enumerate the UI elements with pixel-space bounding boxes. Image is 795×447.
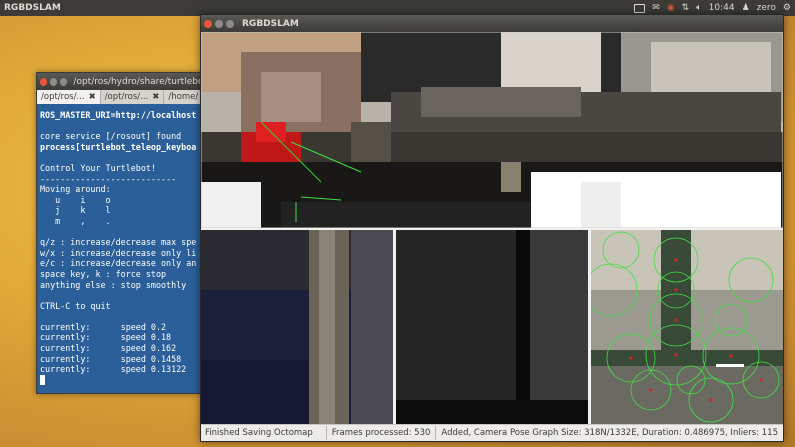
terminal-cursor	[40, 374, 46, 385]
depth-image-view[interactable]	[396, 230, 588, 424]
terminal-output[interactable]: ROS_MASTER_URI=http://localhost core ser…	[37, 104, 207, 391]
terminal-line: currently: speed 0.162	[40, 343, 177, 354]
network-icon[interactable]: ⇅	[682, 3, 690, 13]
terminal-line: core service [/rosout] found	[40, 131, 182, 142]
close-button[interactable]	[204, 19, 212, 28]
active-app-name: RGBDSLAM	[4, 3, 61, 13]
terminal-line: currently: speed 0.18	[40, 332, 172, 343]
minimize-button[interactable]	[50, 77, 58, 86]
terminal-tab[interactable]: /home/	[164, 90, 204, 104]
tab-label: /opt/ros/...	[41, 92, 85, 102]
terminal-line: m , .	[40, 215, 111, 226]
terminal-line: ROS_MASTER_URI=http://localhost	[40, 110, 197, 120]
maximize-button[interactable]	[226, 19, 234, 28]
user-name[interactable]: zero	[757, 3, 776, 13]
terminal-line: j k l	[40, 205, 111, 216]
terminal-line: currently: speed 0.1458	[40, 353, 182, 364]
settings-gear-icon[interactable]: ⚙	[783, 3, 791, 13]
terminal-line: q/z : increase/decrease max spe	[40, 237, 197, 248]
tab-label: /home/	[168, 92, 199, 102]
close-tab-icon[interactable]: ✖	[89, 92, 96, 102]
terminal-title: /opt/ros/hydro/share/turtlebot	[73, 76, 207, 87]
terminal-line: space key, k : force stop	[40, 268, 167, 279]
volume-icon[interactable]: 🔈︎	[696, 3, 701, 13]
tab-label: /opt/ros/...	[104, 92, 149, 102]
point-cloud-view[interactable]	[201, 32, 783, 228]
terminal-titlebar[interactable]: /opt/ros/hydro/share/turtlebot	[37, 73, 207, 90]
rgbdslam-window: RGBDSLAM Finished Saving Octomap Frames …	[200, 14, 784, 442]
terminal-line: w/x : increase/decrease only li	[40, 247, 197, 258]
terminal-line: ---------------------------	[40, 173, 177, 184]
close-tab-icon[interactable]: ✖	[152, 92, 159, 102]
window-title: RGBDSLAM	[242, 18, 299, 29]
rgbdslam-titlebar[interactable]: RGBDSLAM	[201, 15, 783, 32]
minimize-button[interactable]	[215, 19, 223, 28]
camera-views	[201, 230, 783, 424]
pose-graph-info: Added, Camera Pose Graph Size: 318N/1332…	[435, 426, 783, 440]
user-icon[interactable]: ♟	[742, 3, 750, 13]
close-button[interactable]	[40, 77, 48, 86]
rgb-image-view[interactable]	[201, 230, 393, 424]
terminal-line: CTRL-C to quit	[40, 300, 111, 311]
terminal-window: /opt/ros/hydro/share/turtlebot /opt/ros/…	[36, 72, 208, 394]
status-bar: Finished Saving Octomap Frames processed…	[201, 424, 783, 441]
system-tray: ✉ ◉ ⇅ 🔈︎ 10:44 ♟ zero ⚙	[634, 3, 791, 13]
terminal-line: Moving around:	[40, 184, 111, 195]
terminal-line: currently: speed 0.13122	[40, 364, 187, 375]
terminal-line: currently: speed 0.2	[40, 321, 167, 332]
keyboard-icon[interactable]	[634, 3, 646, 13]
terminal-line: Control Your Turtlebot!	[40, 162, 156, 173]
mail-icon[interactable]: ✉	[652, 3, 660, 13]
terminal-line: anything else : stop smoothly	[40, 279, 187, 290]
terminal-tab[interactable]: /opt/ros/... ✖	[37, 90, 101, 104]
terminal-line: u i o	[40, 194, 111, 205]
feature-matches-view[interactable]	[591, 230, 783, 424]
terminal-line: process[turtlebot_teleop_keyboa	[40, 141, 197, 152]
maximize-button[interactable]	[60, 77, 68, 86]
terminal-line: e/c : increase/decrease only an	[40, 258, 197, 269]
clock[interactable]: 10:44	[709, 3, 735, 13]
chat-icon[interactable]: ◉	[667, 3, 675, 13]
status-message: Finished Saving Octomap	[205, 428, 313, 438]
terminal-tab[interactable]: /opt/ros/... ✖	[101, 90, 165, 104]
frames-processed: Frames processed: 530	[325, 426, 436, 440]
terminal-tabs: /opt/ros/... ✖ /opt/ros/... ✖ /home/	[37, 90, 207, 104]
